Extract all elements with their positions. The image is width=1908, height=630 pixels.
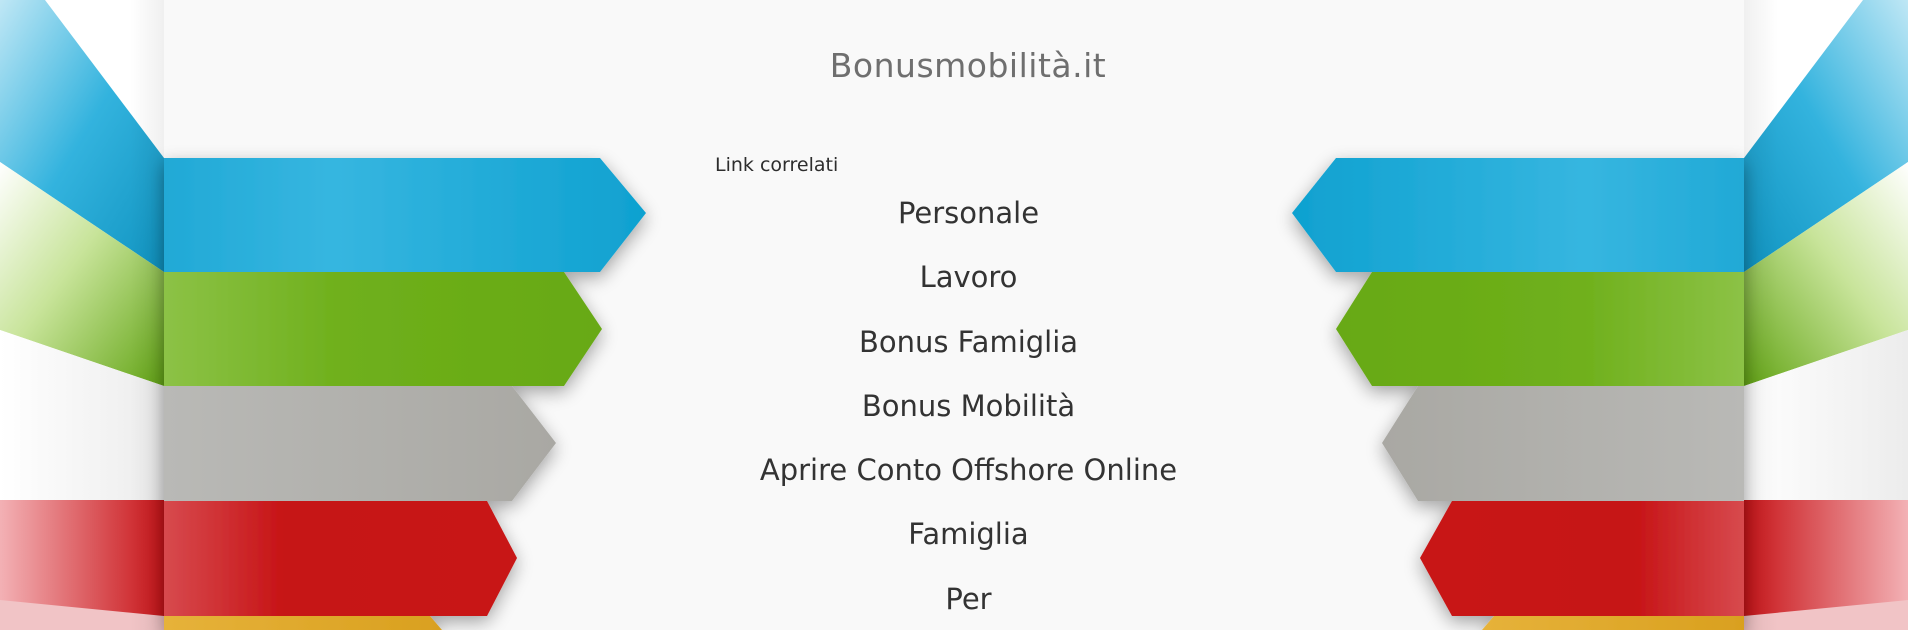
list-item: Per (700, 574, 1237, 630)
list-item: Aprire Conto Offshore Online (700, 445, 1237, 509)
ribbon-blue-left (164, 158, 646, 272)
related-link-bonus-famiglia[interactable]: Bonus Famiglia (859, 325, 1078, 359)
related-links-list: Personale Lavoro Bonus Famiglia Bonus Mo… (700, 188, 1237, 630)
list-item: Lavoro (700, 252, 1237, 316)
ribbon-green-left (164, 272, 602, 386)
list-item: Famiglia (700, 509, 1237, 573)
list-item: Bonus Mobilità (700, 381, 1237, 445)
related-link-bonus-mobilita[interactable]: Bonus Mobilità (862, 389, 1075, 423)
ribbon-gray-right (1382, 386, 1744, 501)
ribbon-yellow-left (164, 616, 442, 630)
related-link-famiglia[interactable]: Famiglia (908, 517, 1028, 551)
ribbon-red-left (164, 501, 517, 616)
right-outer-fan (1744, 0, 1908, 630)
list-item: Personale (700, 188, 1237, 252)
related-link-lavoro[interactable]: Lavoro (920, 260, 1018, 294)
ribbon-red-right (1420, 501, 1744, 616)
list-item: Bonus Famiglia (700, 317, 1237, 381)
related-links-heading: Link correlati (715, 154, 839, 176)
ribbon-yellow-right (1482, 616, 1744, 630)
left-outer-fan (0, 0, 164, 630)
ribbon-blue-right (1292, 158, 1744, 272)
site-title: Bonusmobilità.it (829, 46, 1107, 85)
ribbon-green-right (1336, 272, 1744, 386)
parked-domain-page: Bonusmobilità.it Link correlati Personal… (0, 0, 1908, 630)
related-link-personale[interactable]: Personale (898, 196, 1039, 230)
related-link-per[interactable]: Per (945, 582, 991, 616)
ribbon-gray-left (164, 386, 556, 501)
related-link-conto-offshore[interactable]: Aprire Conto Offshore Online (760, 453, 1177, 487)
